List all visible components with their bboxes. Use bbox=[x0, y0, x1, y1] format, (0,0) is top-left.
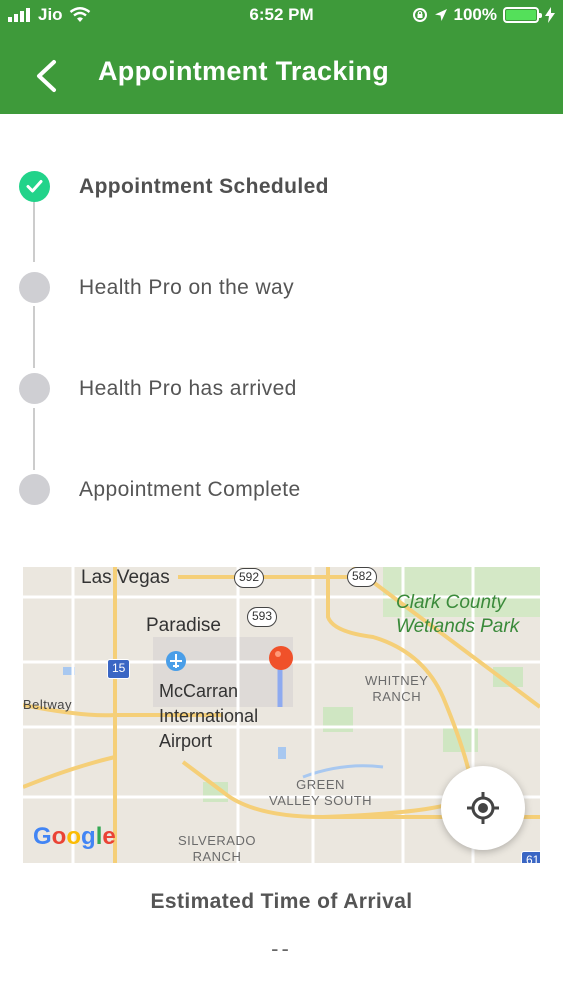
recenter-location-button[interactable] bbox=[441, 766, 525, 850]
step-status-dot bbox=[19, 373, 50, 404]
step-label: Health Pro on the way bbox=[79, 276, 295, 299]
timeline-step: Health Pro has arrived bbox=[0, 369, 563, 409]
airport-icon bbox=[166, 651, 186, 671]
route-shield: 593 bbox=[247, 607, 278, 627]
map-label-whitney-ranch: WHITNEY RANCH bbox=[365, 673, 429, 704]
timeline-step: Appointment Complete bbox=[0, 470, 563, 510]
status-bar: Jio 6:52 PM 100% bbox=[0, 0, 563, 32]
timeline-step: Appointment Scheduled bbox=[0, 167, 563, 207]
timeline-connector bbox=[33, 306, 35, 368]
battery-icon bbox=[503, 7, 542, 23]
battery-percent: 100% bbox=[453, 5, 497, 24]
chevron-left-icon bbox=[37, 60, 56, 92]
timeline-step: Health Pro on the way bbox=[0, 268, 563, 308]
map-label-paradise: Paradise bbox=[146, 615, 221, 636]
route-shield: 592 bbox=[234, 568, 265, 588]
timeline-connector bbox=[33, 408, 35, 470]
step-label: Appointment Complete bbox=[79, 478, 301, 501]
location-pin-icon bbox=[269, 646, 293, 670]
interstate-shield: 61 bbox=[521, 851, 540, 863]
eta-title: Estimated Time of Arrival bbox=[150, 890, 413, 913]
step-label: Appointment Scheduled bbox=[79, 175, 329, 198]
google-logo: Google bbox=[33, 823, 116, 850]
charging-bolt-icon bbox=[545, 7, 555, 23]
map-label-beltway: Beltway bbox=[23, 697, 73, 712]
eta-value: -- bbox=[271, 936, 292, 961]
nav-bar: Appointment Tracking bbox=[0, 34, 563, 114]
crosshair-icon bbox=[467, 792, 499, 824]
back-button[interactable] bbox=[26, 54, 70, 98]
map-label-wetlands-park: Clark County Wetlands Park bbox=[396, 592, 520, 637]
check-icon bbox=[26, 180, 43, 193]
step-status-dot bbox=[19, 171, 50, 202]
map-label-airport: McCarran International Airport bbox=[159, 681, 259, 751]
map-label-silverado: SILVERADO RANCH bbox=[178, 833, 256, 863]
step-status-dot bbox=[19, 474, 50, 505]
interstate-shield: 15 bbox=[107, 659, 131, 679]
route-shield: 582 bbox=[347, 567, 378, 587]
app-header: Jio 6:52 PM 100% Appointment Tracking bbox=[0, 0, 563, 114]
map-label-las-vegas: Las Vegas bbox=[81, 567, 170, 588]
step-status-dot bbox=[19, 272, 50, 303]
location-arrow-icon bbox=[434, 9, 447, 21]
map-label-green-valley: GREEN VALLEY SOUTH bbox=[269, 777, 373, 808]
orientation-lock-icon bbox=[412, 8, 427, 22]
step-label: Health Pro has arrived bbox=[79, 377, 297, 400]
page-title: Appointment Tracking bbox=[98, 56, 390, 86]
